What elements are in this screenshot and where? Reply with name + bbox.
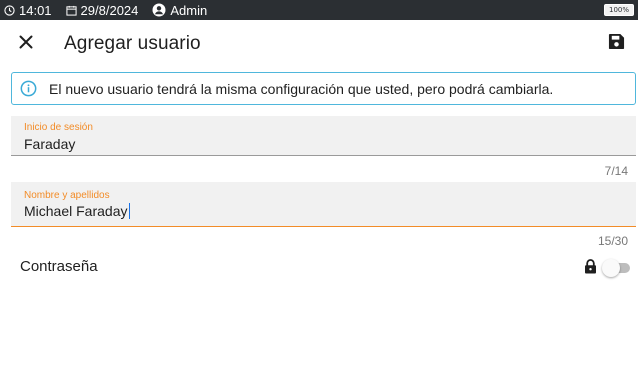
user-circle-icon [152,3,166,17]
login-char-counter: 7/14 [604,164,628,178]
close-button[interactable] [14,32,38,56]
status-date-text: 29/8/2024 [80,2,139,18]
battery-level: 100% [608,6,629,14]
password-toggle[interactable] [602,259,630,277]
login-input[interactable]: Faraday [24,136,604,152]
lock-icon [584,259,597,279]
save-button[interactable] [604,32,628,56]
app-bar: Agregar usuario [0,20,638,68]
status-time: 14:01 [4,3,52,18]
full-name-field[interactable]: Nombre y apellidos Michael Faraday [11,182,636,227]
status-time-text: 14:01 [19,2,52,18]
password-row: Contraseña [0,252,638,282]
login-field[interactable]: Inicio de sesión Faraday [11,116,636,156]
toggle-thumb [602,259,620,277]
save-icon [608,33,625,55]
status-user: Admin [152,3,207,18]
password-label: Contraseña [20,258,98,275]
page-title: Agregar usuario [64,33,201,54]
status-user-text: Admin [170,2,208,18]
full-name-label: Nombre y apellidos [24,190,110,201]
info-text: El nuevo usuario tendrá la misma configu… [49,80,554,97]
login-label: Inicio de sesión [24,122,93,133]
clock-icon [4,4,15,16]
calendar-icon [65,5,77,16]
full-name-value: Michael Faraday [24,203,128,219]
text-caret [128,203,130,219]
status-bar: 14:01 29/8/2024 Admin 100% [0,0,638,20]
close-icon [19,35,33,54]
battery-icon: 100% [604,4,634,16]
status-date: 29/8/2024 [65,2,139,18]
info-banner: El nuevo usuario tendrá la misma configu… [11,72,636,105]
full-name-input[interactable]: Michael Faraday [24,203,604,219]
info-icon [20,80,37,97]
full-name-char-counter: 15/30 [597,234,628,248]
